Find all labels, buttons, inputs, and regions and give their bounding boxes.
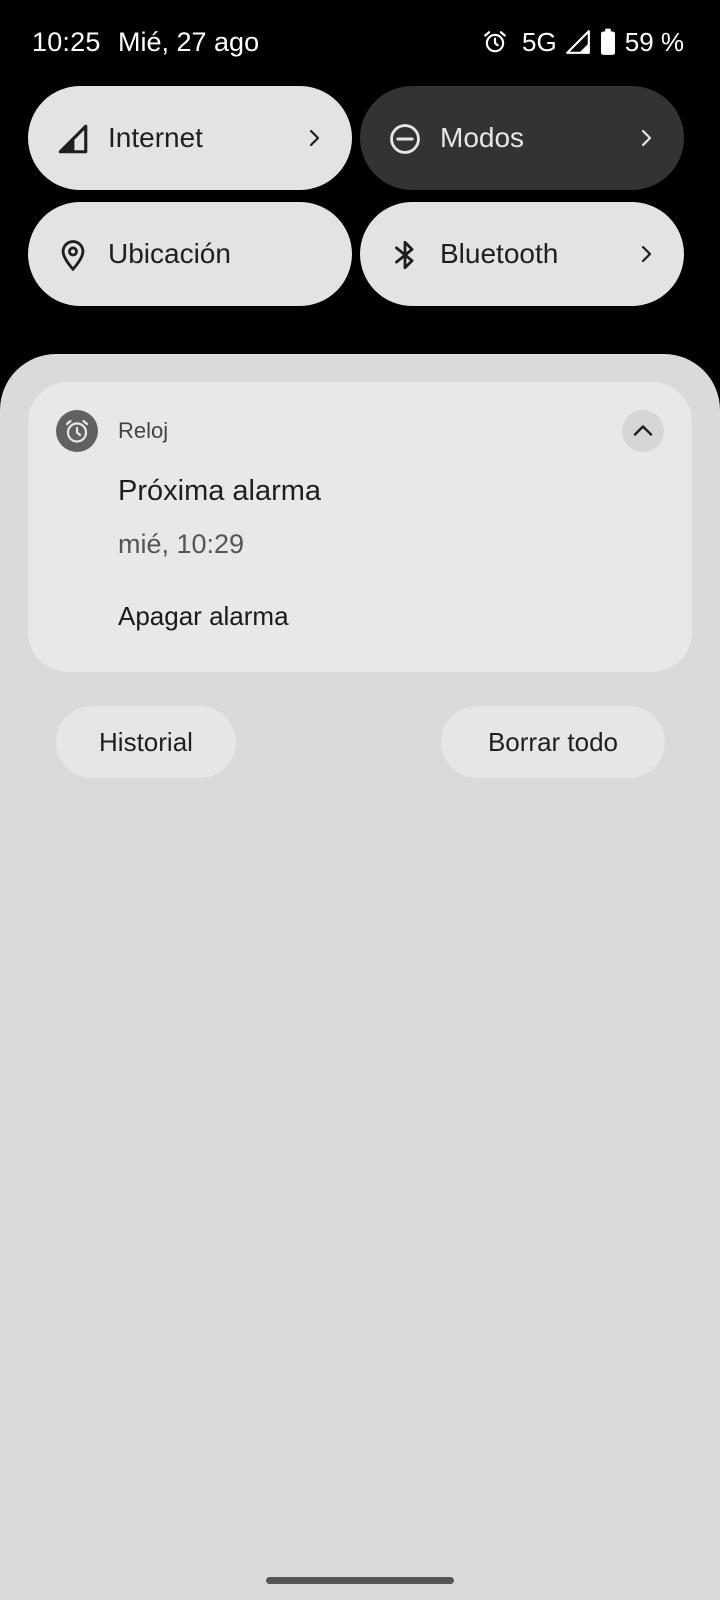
tile-modes[interactable]: Modos [360,86,684,190]
notification-panel: Reloj Próxima alarma mié, 10:29 Apagar a… [0,354,720,1600]
status-date: Mié, 27 ago [118,27,260,57]
chevron-right-icon [634,126,658,150]
chevron-right-icon [302,126,326,150]
battery-percent: 59 % [624,27,684,57]
do-not-disturb-icon [388,122,422,156]
status-bar: 10:25 Mié, 27 ago 5G 59 % [0,0,720,84]
signal-icon [56,122,90,156]
notification-text: mié, 10:29 [118,529,245,559]
battery-icon [599,28,617,56]
notification-shade: 10:25 Mié, 27 ago 5G 59 % Internet Modos… [0,0,720,1600]
tile-modes-label: Modos [440,122,525,153]
tile-bluetooth-label: Bluetooth [440,238,559,269]
status-indicators: 5G 59 % [482,24,684,60]
tile-location[interactable]: Ubicación [28,202,352,306]
signal-icon [565,29,591,55]
alarm-clock-icon [56,410,98,452]
tile-internet[interactable]: Internet [28,86,352,190]
notification-title: Próxima alarma [118,475,322,507]
tile-bluetooth[interactable]: Bluetooth [360,202,684,306]
tile-location-label: Ubicación [108,238,231,269]
history-button[interactable]: Historial [56,706,236,778]
navigation-handle[interactable] [266,1577,454,1584]
collapse-button[interactable] [622,410,664,452]
status-time: 10:25 [32,27,101,57]
chevron-up-icon [633,425,653,436]
dismiss-alarm-action[interactable]: Apagar alarma [118,598,289,634]
chevron-right-icon [634,242,658,266]
notification-card[interactable]: Reloj Próxima alarma mié, 10:29 Apagar a… [28,382,692,672]
network-type: 5G [522,27,557,57]
notification-app-name: Reloj [118,418,169,443]
location-pin-icon [56,238,90,272]
clear-all-button[interactable]: Borrar todo [441,706,665,778]
alarm-icon [482,29,508,55]
tile-internet-label: Internet [108,122,203,153]
bluetooth-icon [388,238,422,272]
